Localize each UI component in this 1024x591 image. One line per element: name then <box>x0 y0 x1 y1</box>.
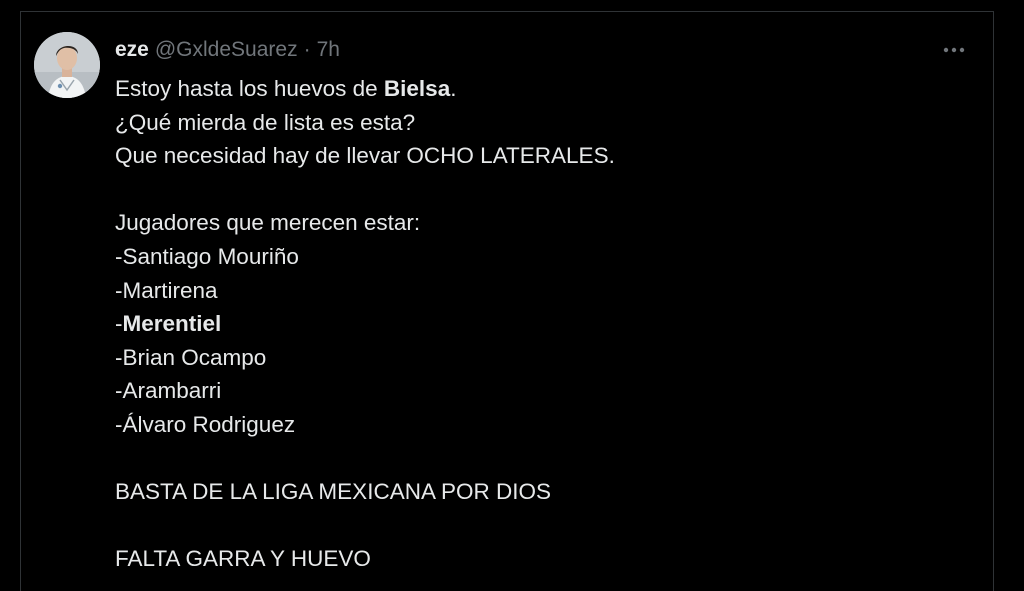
separator-dot: · <box>303 38 311 61</box>
tweet-line-1: Estoy hasta los huevos de Bielsa. <box>115 76 457 101</box>
bold-mention: Bielsa <box>383 76 451 101</box>
user-avatar-icon <box>34 32 100 98</box>
list-item: -Arambarri <box>115 378 222 404</box>
tweet-header: eze @GxldeSuarez · 7h <box>115 36 340 64</box>
tweet-card[interactable]: eze @GxldeSuarez · 7h Estoy hasta los hu… <box>20 11 994 591</box>
list-item: -Merentiel <box>115 311 222 337</box>
list-item: -Brian Ocampo <box>115 344 267 370</box>
list-item: -Martirena <box>115 277 218 303</box>
tweet-line-12: FALTA GARRA Y HUEVO <box>115 546 371 572</box>
page-background: eze @GxldeSuarez · 7h Estoy hasta los hu… <box>0 0 1024 591</box>
more-options-button[interactable] <box>937 38 971 62</box>
list-item: -Álvaro Rodriguez <box>115 411 296 437</box>
timestamp[interactable]: 7h <box>317 36 340 64</box>
tweet-line-3: Que necesidad hay de llevar OCHO LATERAL… <box>115 143 615 169</box>
user-handle[interactable]: @GxldeSuarez <box>155 36 298 64</box>
ellipsis-icon <box>943 47 965 53</box>
tweet-line-4: Jugadores que merecen estar: <box>115 210 421 236</box>
tweet-line-2: ¿Qué mierda de lista es esta? <box>115 109 416 135</box>
avatar[interactable] <box>34 32 100 98</box>
list-item: -Santiago Mouriño <box>115 243 299 269</box>
display-name[interactable]: eze <box>115 36 149 64</box>
tweet-line-11: BASTA DE LA LIGA MEXICANA POR DIOS <box>115 479 551 505</box>
tweet-text: Estoy hasta los huevos de Bielsa. ¿Qué m… <box>115 72 975 576</box>
